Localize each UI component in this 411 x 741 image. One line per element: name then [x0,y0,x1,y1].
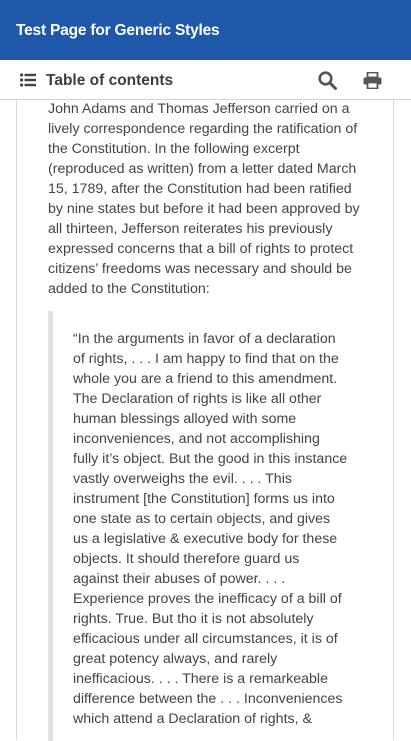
search-icon[interactable] [318,71,337,95]
toc-bar: Table of contents [0,60,411,100]
blockquote: “In the arguments in favor of a declarat… [48,311,348,741]
intro-paragraph: John Adams and Thomas Jefferson carried … [48,101,360,297]
table-of-contents-button[interactable]: Table of contents [46,72,173,90]
app-header: Test Page for Generic Styles [0,0,411,60]
print-icon[interactable] [363,71,382,94]
list-icon[interactable] [20,73,36,92]
quote-text: “In the arguments in favor of a declarat… [73,331,348,727]
page-title: Test Page for Generic Styles [16,22,220,39]
